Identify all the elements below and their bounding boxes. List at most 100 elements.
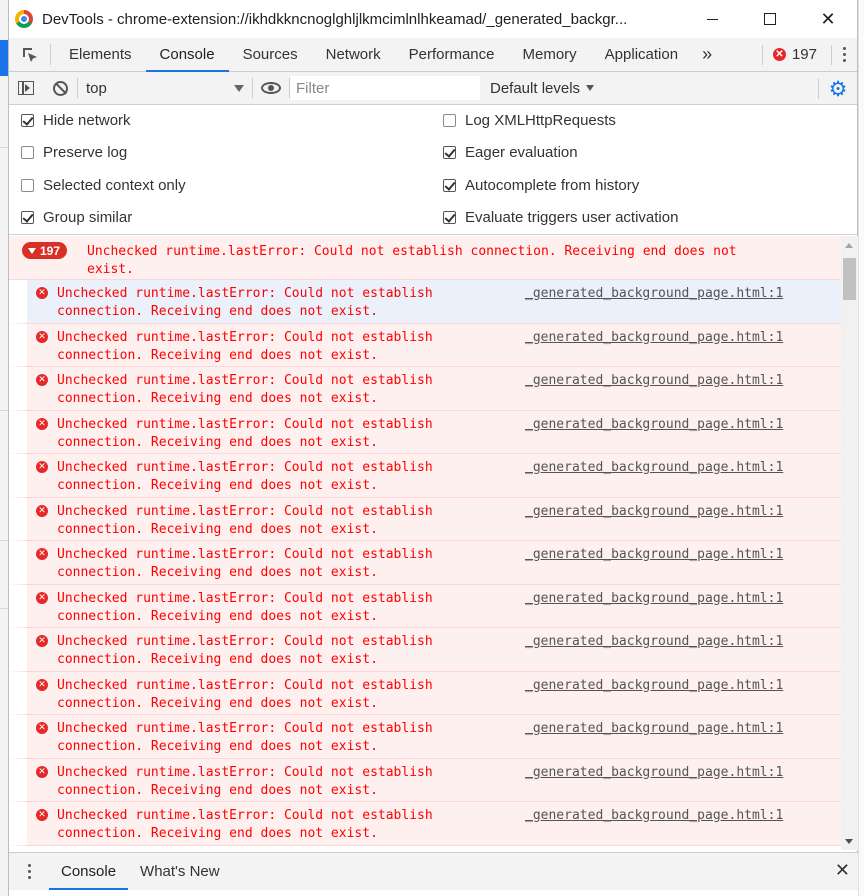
source-link[interactable]: _generated_background_page.html:1	[525, 764, 783, 782]
tab-memory[interactable]: Memory	[509, 38, 591, 71]
setting-group-similar[interactable]: Group similar	[21, 209, 132, 226]
error-message-line: connection. Receiving end does not exist…	[57, 608, 378, 624]
source-link[interactable]: _generated_background_page.html:1	[525, 590, 783, 608]
checkbox[interactable]	[21, 211, 34, 224]
maximize-button[interactable]	[741, 0, 799, 38]
console-error-message[interactable]: ✕ Unchecked runtime.lastError: Could not …	[9, 323, 841, 367]
repeat-count-badge: 197	[22, 242, 68, 259]
error-icon: ✕	[36, 548, 48, 560]
clear-console-button[interactable]	[43, 72, 77, 105]
live-expression-button[interactable]	[253, 72, 289, 105]
error-count: 197	[791, 46, 817, 63]
tab-application[interactable]: Application	[591, 38, 692, 71]
setting-autocomplete-from-history[interactable]: Autocomplete from history	[443, 177, 639, 194]
setting-selected-context-only[interactable]: Selected context only	[21, 177, 186, 194]
context-value: top	[86, 79, 107, 97]
error-message-text: Unchecked runtime.lastError: Could not e…	[57, 590, 477, 626]
source-link[interactable]: _generated_background_page.html:1	[525, 372, 783, 390]
more-tabs-button[interactable]: »	[692, 38, 722, 71]
background-window-edge	[0, 0, 8, 896]
checkbox[interactable]	[443, 146, 456, 159]
setting-label: Group similar	[43, 209, 133, 226]
inspect-element-button[interactable]	[9, 44, 51, 65]
panel-tab-bar: Elements Console Sources Network Performance…	[9, 38, 857, 72]
setting-label: Hide network	[43, 112, 131, 129]
tab-sources[interactable]: Sources	[229, 38, 312, 71]
show-console-sidebar-button[interactable]	[9, 72, 43, 105]
devtools-window: DevTools - chrome-extension://ikhdkkncno…	[8, 0, 858, 896]
source-link[interactable]: _generated_background_page.html:1	[525, 329, 783, 347]
drawer-tab-what-s-new[interactable]: What's New	[128, 853, 232, 890]
console-error-message[interactable]: ✕ Unchecked runtime.lastError: Could not …	[9, 454, 841, 498]
scrollbar-thumb[interactable]	[843, 258, 856, 300]
setting-preserve-log[interactable]: Preserve log	[21, 144, 127, 161]
checkbox[interactable]	[21, 114, 34, 127]
background-divider	[0, 608, 8, 609]
console-error-message[interactable]: ✕ Unchecked runtime.lastError: Could not …	[9, 715, 841, 759]
console-error-message[interactable]: ✕ Unchecked runtime.lastError: Could not …	[9, 367, 841, 411]
close-drawer-icon[interactable]: ✕	[835, 860, 850, 881]
checkbox[interactable]	[443, 211, 456, 224]
console-error-message[interactable]: ✕ Unchecked runtime.lastError: Could not …	[9, 410, 841, 454]
console-settings-gear-icon[interactable]: ⚙	[827, 78, 849, 100]
checkbox[interactable]	[443, 179, 456, 192]
setting-evaluate-triggers-user-activation[interactable]: Evaluate triggers user activation	[443, 209, 678, 226]
setting-hide-network[interactable]: Hide network	[21, 112, 131, 129]
scroll-down-arrow-icon[interactable]	[845, 839, 853, 844]
error-icon: ✕	[36, 678, 48, 691]
error-message-text: Unchecked runtime.lastError: Could not e…	[57, 764, 477, 800]
context-selector[interactable]: top	[78, 76, 252, 100]
error-icon: ✕	[36, 417, 48, 430]
drawer-tab-console[interactable]: Console	[49, 853, 129, 890]
error-message-line: connection. Receiving end does not exist…	[57, 391, 378, 406]
checkbox[interactable]	[21, 179, 34, 192]
error-message-line: connection. Receiving end does not exist…	[57, 695, 378, 711]
source-link[interactable]: _generated_background_page.html:1	[525, 416, 783, 434]
minimize-button[interactable]	[683, 0, 741, 38]
tab-console[interactable]: Console	[145, 38, 229, 72]
console-error-message[interactable]: ✕ Unchecked runtime.lastError: Could not …	[9, 758, 841, 802]
log-levels-dropdown[interactable]: Default levels	[490, 80, 595, 97]
console-error-message[interactable]: ✕ Unchecked runtime.lastError: Could not …	[9, 584, 841, 628]
tab-bar-right: ✕ 197	[761, 38, 857, 71]
dropdown-caret-icon	[586, 85, 595, 91]
source-link[interactable]: _generated_background_page.html:1	[525, 459, 783, 477]
error-message-line: Unchecked runtime.lastError: Could not e…	[57, 590, 433, 606]
source-link[interactable]: _generated_background_page.html:1	[525, 285, 783, 303]
console-error-message[interactable]: ✕ Unchecked runtime.lastError: Could not …	[9, 280, 841, 324]
console-error-message[interactable]: ✕ Unchecked runtime.lastError: Could not …	[9, 541, 841, 585]
error-message-line: Unchecked runtime.lastError: Could not e…	[57, 416, 433, 432]
source-link[interactable]: _generated_background_page.html:1	[525, 720, 783, 738]
source-link[interactable]: _generated_background_page.html:1	[525, 633, 783, 651]
source-link[interactable]: _generated_background_page.html:1	[525, 807, 783, 825]
console-error-message[interactable]: ✕ Unchecked runtime.lastError: Could not …	[9, 497, 841, 541]
scroll-up-arrow-icon[interactable]	[845, 243, 853, 248]
console-error-message[interactable]: ✕ Unchecked runtime.lastError: Could not …	[9, 671, 841, 715]
setting-log-xmlhttprequests[interactable]: Log XMLHttpRequests	[443, 112, 616, 129]
customize-devtools-menu-icon[interactable]	[831, 44, 857, 65]
drawer-tabs: Console What's New	[49, 853, 232, 890]
source-link[interactable]: _generated_background_page.html:1	[525, 677, 783, 695]
error-message-text: Unchecked runtime.lastError: Could not e…	[57, 546, 477, 582]
setting-eager-evaluation[interactable]: Eager evaluation	[443, 144, 578, 161]
error-message-line: Unchecked runtime.lastError: Could not e…	[57, 503, 433, 519]
drawer-menu-icon[interactable]	[9, 853, 49, 890]
console-error-message[interactable]: ✕ Unchecked runtime.lastError: Could not …	[9, 628, 841, 672]
error-counter[interactable]: ✕ 197	[761, 44, 827, 65]
message-group-header[interactable]: 197 Unchecked runtime.lastError: Could n…	[9, 236, 841, 280]
source-link[interactable]: _generated_background_page.html:1	[525, 503, 783, 521]
error-message-text: Unchecked runtime.lastError: Could not e…	[57, 329, 477, 365]
setting-label: Log XMLHttpRequests	[465, 112, 616, 129]
checkbox[interactable]	[21, 146, 34, 159]
checkbox[interactable]	[443, 114, 456, 127]
close-window-button[interactable]: ✕	[799, 0, 857, 38]
tab-performance[interactable]: Performance	[395, 38, 509, 71]
tab-network[interactable]: Network	[312, 38, 395, 71]
setting-label: Eager evaluation	[465, 144, 578, 161]
messages-scrollbar[interactable]	[841, 236, 858, 850]
window-title: DevTools - chrome-extension://ikhdkkncno…	[42, 10, 628, 28]
tab-elements[interactable]: Elements	[55, 38, 146, 71]
source-link[interactable]: _generated_background_page.html:1	[525, 546, 783, 564]
filter-input[interactable]	[290, 76, 480, 100]
console-error-message[interactable]: ✕ Unchecked runtime.lastError: Could not …	[9, 802, 841, 846]
